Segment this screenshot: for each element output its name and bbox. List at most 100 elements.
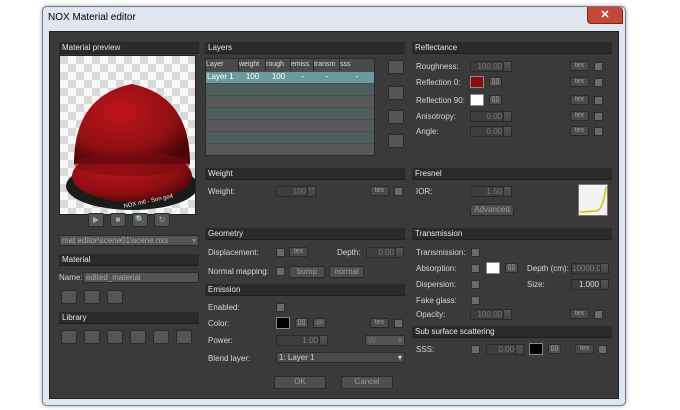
move-layer-down-icon[interactable]: [388, 110, 404, 124]
anisotropy-tex-button[interactable]: tex: [570, 111, 589, 121]
emission-unit-select[interactable]: W ▾: [365, 335, 405, 346]
advanced-button[interactable]: Advanced: [470, 204, 514, 216]
roughness-tex-button[interactable]: tex: [570, 61, 589, 71]
library-icon-2[interactable]: [84, 330, 100, 344]
scene-path-field[interactable]: mat editor\scene01\scene.nxs ▾: [59, 235, 199, 246]
sss-picker-icon[interactable]: ▯▯: [548, 344, 561, 354]
sss-stepper[interactable]: 0.00: [486, 344, 524, 355]
roughness-tex-checkbox[interactable]: [594, 62, 603, 71]
reflection-0-tex-button[interactable]: tex: [570, 77, 589, 87]
absorption-label: Absorption:: [416, 264, 457, 273]
zoom-icon[interactable]: 🔍: [132, 213, 148, 227]
emission-enabled-checkbox[interactable]: [276, 303, 285, 312]
reflection-0-tex-checkbox[interactable]: [594, 78, 603, 87]
delete-layer-icon[interactable]: [388, 134, 404, 148]
library-header: Library: [59, 312, 199, 324]
angle-tex-checkbox[interactable]: [594, 127, 603, 136]
weight-header: Weight: [205, 168, 405, 180]
angle-stepper[interactable]: 0.00: [470, 126, 512, 137]
stop-button[interactable]: ■: [110, 213, 126, 227]
emission-tex-checkbox[interactable]: [394, 319, 403, 328]
material-name-input[interactable]: edited_material: [83, 272, 199, 283]
blend-layer-select[interactable]: 1: Layer 1 ▾: [276, 352, 405, 363]
dispersion-size-label: Size:: [527, 280, 545, 289]
weight-tex-button[interactable]: tex: [370, 186, 389, 196]
reflection-90-tex-checkbox[interactable]: [594, 96, 603, 105]
sss-label: SSS:: [416, 345, 435, 354]
new-material-icon[interactable]: [61, 290, 77, 304]
ok-button[interactable]: OK: [274, 376, 326, 389]
reflectance-header: Reflectance: [412, 42, 612, 54]
sss-header: Sub surface scattering: [412, 326, 612, 338]
library-icon-1[interactable]: [61, 330, 77, 344]
ior-stepper[interactable]: 1.60: [470, 186, 512, 197]
sss-checkbox[interactable]: [471, 345, 480, 354]
chevron-down-icon: ▾: [397, 336, 402, 345]
fake-glass-checkbox[interactable]: [471, 296, 480, 305]
material-editor-window: NOX Material editor ✕ Material preview N…: [42, 6, 626, 406]
material-name-label: Name:: [59, 273, 83, 282]
reflection-90-tex-button[interactable]: tex: [570, 95, 589, 105]
normal-mapping-label: Normal mapping:: [208, 267, 269, 276]
refresh-icon[interactable]: ↻: [154, 213, 170, 227]
row-sss: -: [355, 72, 359, 81]
reflection-0-swatch[interactable]: [470, 76, 484, 88]
row-weight: 100: [245, 72, 260, 81]
title-bar[interactable]: NOX Material editor ✕: [43, 7, 625, 27]
angle-label: Angle:: [416, 127, 439, 136]
opacity-tex-checkbox[interactable]: [594, 310, 603, 319]
emission-color-swatch[interactable]: [276, 317, 290, 329]
roughness-stepper[interactable]: 100.00: [470, 61, 512, 72]
library-icon-6[interactable]: [176, 330, 192, 344]
library-icon-4[interactable]: [130, 330, 146, 344]
transmission-label: Transmission:: [416, 248, 466, 257]
reflection-90-picker-icon[interactable]: ▯▯: [489, 95, 502, 105]
bump-button[interactable]: bump: [289, 266, 325, 278]
add-layer-icon[interactable]: [388, 60, 404, 74]
close-button[interactable]: ✕: [587, 7, 623, 24]
weight-label: Weight:: [208, 187, 235, 196]
anisotropy-stepper[interactable]: 0.00: [470, 111, 512, 122]
displacement-tex-button[interactable]: tex: [289, 247, 308, 257]
emission-power-stepper[interactable]: 1.00: [276, 335, 328, 346]
cancel-button[interactable]: Cancel: [341, 376, 393, 389]
absorption-checkbox[interactable]: [471, 264, 480, 273]
emission-unit-value: W: [368, 336, 376, 345]
depth-stepper[interactable]: 0.00: [366, 247, 404, 258]
opacity-tex-button[interactable]: tex: [570, 309, 589, 319]
normal-mapping-checkbox[interactable]: [276, 267, 285, 276]
chevron-down-icon: ▾: [191, 236, 196, 245]
sss-tex-button[interactable]: tex: [575, 344, 594, 354]
absorption-color-swatch[interactable]: [486, 262, 500, 274]
load-material-icon[interactable]: [107, 290, 123, 304]
reflection-0-picker-icon[interactable]: ▯▯: [489, 77, 502, 87]
play-button[interactable]: ▶: [88, 213, 104, 227]
angle-tex-button[interactable]: tex: [570, 126, 589, 136]
weight-tex-checkbox[interactable]: [394, 187, 403, 196]
save-material-icon[interactable]: [84, 290, 100, 304]
roughness-label: Roughness:: [416, 62, 459, 71]
absorption-depth-stepper[interactable]: 10000.0: [571, 263, 609, 274]
library-icon-3[interactable]: [107, 330, 123, 344]
table-row-empty: [206, 131, 374, 143]
normal-button[interactable]: normal: [329, 266, 364, 278]
emission-tex-button[interactable]: tex: [370, 318, 389, 328]
reflection-90-swatch[interactable]: [470, 94, 484, 106]
fresnel-curve-graph[interactable]: [578, 184, 608, 216]
transmission-checkbox[interactable]: [471, 248, 480, 257]
material-preview-header: Material preview: [59, 42, 199, 54]
absorption-picker-icon[interactable]: ▯▯: [505, 263, 518, 273]
dispersion-checkbox[interactable]: [471, 280, 480, 289]
sss-color-swatch[interactable]: [529, 343, 543, 355]
emission-ies-icon[interactable]: ▭: [313, 318, 326, 328]
library-icon-5[interactable]: [153, 330, 169, 344]
material-preview-image: NOX mtl - Son go4: [59, 55, 196, 215]
move-layer-up-icon[interactable]: [388, 86, 404, 100]
sss-tex-checkbox[interactable]: [598, 345, 607, 354]
dispersion-size-stepper[interactable]: 1.000: [571, 279, 609, 290]
opacity-stepper[interactable]: 100.00: [470, 309, 512, 320]
weight-stepper[interactable]: 100: [276, 186, 316, 197]
emission-color-picker-icon[interactable]: ▯▯: [295, 318, 308, 328]
anisotropy-tex-checkbox[interactable]: [594, 112, 603, 121]
displacement-checkbox[interactable]: [276, 248, 285, 257]
